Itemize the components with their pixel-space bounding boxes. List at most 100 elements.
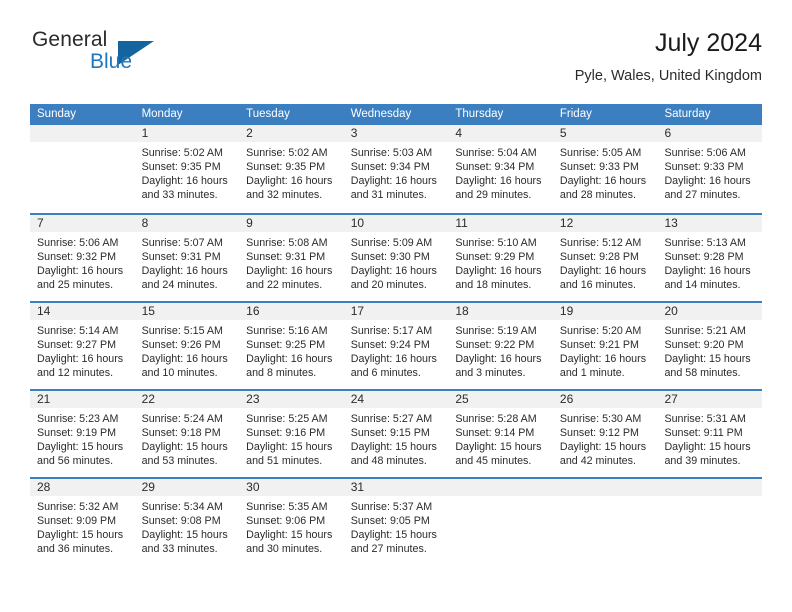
brand-logo[interactable]: General Blue [30, 28, 250, 86]
daylight-text: Daylight: 15 hours and 39 minutes. [664, 441, 751, 467]
sunset-text: Sunset: 9:34 PM [455, 161, 535, 173]
date-number-band: 15 [134, 303, 240, 320]
sunrise-text: Sunrise: 5:05 AM [559, 147, 642, 159]
calendar-day-cell[interactable]: 19 Sunrise: 5:20 AM Sunset: 9:21 PM Dayligh… [552, 303, 658, 389]
daylight-text: Daylight: 16 hours and 10 minutes. [141, 353, 228, 379]
calendar-week-row: 21 Sunrise: 5:23 AM Sunset: 9:19 PM Dayligh… [30, 389, 763, 477]
sunrise-text: Sunrise: 5:24 AM [141, 413, 223, 425]
sunset-text: Sunset: 9:20 PM [664, 339, 744, 351]
day-sun-info: Sunrise: 5:34 AM Sunset: 9:08 PM Daylight:… [135, 496, 240, 556]
calendar-day-cell[interactable]: 9 Sunrise: 5:08 AM Sunset: 9:31 PM Daylight… [239, 215, 344, 301]
sunset-text: Sunset: 9:16 PM [246, 427, 326, 439]
calendar-day-cell[interactable]: 3 Sunrise: 5:03 AM Sunset: 9:34 PM Daylight… [343, 125, 449, 213]
calendar-day-cell[interactable]: 13 Sunrise: 5:13 AM Sunset: 9:28 PM Dayligh… [657, 215, 763, 301]
daylight-text: Daylight: 15 hours and 30 minutes. [246, 529, 333, 555]
calendar-day-cell[interactable]: 7 Sunrise: 5:06 AM Sunset: 9:32 PM Daylight… [30, 215, 135, 301]
calendar-day-cell[interactable]: 2 Sunrise: 5:02 AM Sunset: 9:35 PM Daylight… [239, 125, 344, 213]
daylight-text: Daylight: 16 hours and 27 minutes. [664, 175, 751, 201]
daylight-text: Daylight: 16 hours and 6 minutes. [350, 353, 437, 379]
calendar-weeks: 1 Sunrise: 5:02 AM Sunset: 9:35 PM Daylight… [30, 125, 763, 565]
date-number: 3 [350, 126, 358, 140]
calendar-day-cell[interactable]: 23 Sunrise: 5:25 AM Sunset: 9:16 PM Dayligh… [239, 391, 344, 477]
date-number: 31 [350, 480, 365, 494]
calendar-week-row: 28 Sunrise: 5:32 AM Sunset: 9:09 PM Dayligh… [30, 477, 763, 565]
daylight-text: Daylight: 15 hours and 27 minutes. [350, 529, 437, 555]
calendar-day-cell[interactable]: 17 Sunrise: 5:17 AM Sunset: 9:24 PM Dayligh… [343, 303, 449, 389]
sunset-text: Sunset: 9:27 PM [37, 339, 117, 351]
calendar-day-cell[interactable]: 26 Sunrise: 5:30 AM Sunset: 9:12 PM Dayligh… [552, 391, 658, 477]
date-number: 9 [246, 216, 253, 230]
calendar-day-cell[interactable]: 1 Sunrise: 5:02 AM Sunset: 9:35 PM Daylight… [134, 125, 240, 213]
date-number: 16 [246, 304, 260, 318]
calendar-day-cell[interactable]: 28 Sunrise: 5:32 AM Sunset: 9:09 PM Dayligh… [30, 479, 135, 565]
sunrise-text: Sunrise: 5:21 AM [664, 325, 746, 337]
date-number-band: 12 [552, 215, 658, 232]
sunrise-text: Sunrise: 5:19 AM [455, 325, 537, 337]
calendar-day-cell[interactable]: 10 Sunrise: 5:09 AM Sunset: 9:30 PM Dayligh… [343, 215, 449, 301]
sunrise-text: Sunrise: 5:02 AM [141, 147, 223, 159]
weekday-header-tuesday: Tuesday [246, 108, 290, 120]
sunset-text: Sunset: 9:30 PM [350, 251, 430, 263]
sunrise-text: Sunrise: 5:04 AM [455, 147, 537, 159]
date-number-band: 4 [448, 125, 553, 142]
sunset-text: Sunset: 9:22 PM [455, 339, 535, 351]
day-sun-info: Sunrise: 5:13 AM Sunset: 9:28 PM Daylight:… [657, 232, 762, 292]
daylight-text: Daylight: 16 hours and 31 minutes. [350, 175, 437, 201]
calendar-day-cell[interactable]: 24 Sunrise: 5:27 AM Sunset: 9:15 PM Dayligh… [343, 391, 449, 477]
calendar-day-cell[interactable]: 20 Sunrise: 5:21 AM Sunset: 9:20 PM Dayligh… [657, 303, 763, 389]
calendar-day-cell[interactable]: 12 Sunrise: 5:12 AM Sunset: 9:28 PM Dayligh… [552, 215, 658, 301]
calendar-day-cell[interactable]: 11 Sunrise: 5:10 AM Sunset: 9:29 PM Dayligh… [448, 215, 553, 301]
sunset-text: Sunset: 9:09 PM [37, 515, 117, 527]
date-number-band [30, 125, 135, 142]
date-number: 17 [350, 304, 365, 318]
day-sun-info: Sunrise: 5:08 AM Sunset: 9:31 PM Daylight:… [239, 232, 344, 292]
sunset-text: Sunset: 9:21 PM [559, 339, 639, 351]
date-number: 26 [559, 392, 574, 406]
date-number-band: 1 [134, 125, 240, 142]
date-number-band: 13 [657, 215, 763, 232]
sunrise-text: Sunrise: 5:07 AM [141, 237, 223, 249]
calendar-day-cell[interactable]: 6 Sunrise: 5:06 AM Sunset: 9:33 PM Daylight… [657, 125, 763, 213]
calendar-day-cell[interactable]: 18 Sunrise: 5:19 AM Sunset: 9:22 PM Dayligh… [448, 303, 553, 389]
day-sun-info: Sunrise: 5:19 AM Sunset: 9:22 PM Daylight:… [448, 320, 553, 380]
calendar-day-cell[interactable]: 15 Sunrise: 5:15 AM Sunset: 9:26 PM Dayligh… [134, 303, 240, 389]
calendar-week-row: 14 Sunrise: 5:14 AM Sunset: 9:27 PM Dayligh… [30, 301, 763, 389]
calendar-day-cell[interactable]: 21 Sunrise: 5:23 AM Sunset: 9:19 PM Dayligh… [30, 391, 135, 477]
calendar-day-cell[interactable]: 16 Sunrise: 5:16 AM Sunset: 9:25 PM Dayligh… [239, 303, 344, 389]
date-number-band: 2 [239, 125, 344, 142]
calendar-day-cell[interactable]: 31 Sunrise: 5:37 AM Sunset: 9:05 PM Dayligh… [343, 479, 449, 565]
daylight-text: Daylight: 16 hours and 29 minutes. [455, 175, 542, 201]
calendar-day-cell[interactable]: 30 Sunrise: 5:35 AM Sunset: 9:06 PM Dayligh… [239, 479, 344, 565]
day-sun-info: Sunrise: 5:16 AM Sunset: 9:25 PM Daylight:… [239, 320, 344, 380]
date-number-band: 30 [239, 479, 344, 496]
date-number-band: 17 [343, 303, 449, 320]
daylight-text: Daylight: 15 hours and 45 minutes. [455, 441, 542, 467]
day-sun-info: Sunrise: 5:02 AM Sunset: 9:35 PM Daylight:… [239, 142, 344, 202]
calendar-day-cell[interactable]: 22 Sunrise: 5:24 AM Sunset: 9:18 PM Dayligh… [134, 391, 240, 477]
date-number: 6 [664, 126, 672, 140]
sunrise-text: Sunrise: 5:17 AM [350, 325, 433, 337]
sunrise-text: Sunrise: 5:31 AM [664, 413, 746, 425]
sunrise-text: Sunrise: 5:10 AM [455, 237, 537, 249]
calendar-day-cell[interactable]: 8 Sunrise: 5:07 AM Sunset: 9:31 PM Daylight… [134, 215, 240, 301]
day-sun-info: Sunrise: 5:14 AM Sunset: 9:27 PM Daylight:… [30, 320, 135, 380]
calendar-day-cell[interactable]: 29 Sunrise: 5:34 AM Sunset: 9:08 PM Dayligh… [134, 479, 240, 565]
calendar-day-cell[interactable]: 25 Sunrise: 5:28 AM Sunset: 9:14 PM Dayligh… [448, 391, 553, 477]
day-sun-info: Sunrise: 5:21 AM Sunset: 9:20 PM Daylight:… [657, 320, 762, 380]
sunset-text: Sunset: 9:35 PM [141, 161, 221, 173]
calendar-day-cell[interactable]: 4 Sunrise: 5:04 AM Sunset: 9:34 PM Daylight… [448, 125, 553, 213]
date-number-band: 10 [343, 215, 449, 232]
day-sun-info: Sunrise: 5:06 AM Sunset: 9:32 PM Daylight:… [30, 232, 135, 292]
date-number-band: 6 [657, 125, 763, 142]
daylight-text: Daylight: 15 hours and 42 minutes. [559, 441, 647, 467]
date-number: 15 [141, 304, 155, 318]
sunrise-text: Sunrise: 5:20 AM [559, 325, 642, 337]
sunrise-text: Sunrise: 5:15 AM [141, 325, 223, 337]
calendar-day-cell[interactable]: 14 Sunrise: 5:14 AM Sunset: 9:27 PM Dayligh… [30, 303, 135, 389]
date-number-band: 11 [448, 215, 553, 232]
daylight-text: Daylight: 16 hours and 33 minutes. [141, 175, 228, 201]
daylight-text: Daylight: 16 hours and 32 minutes. [246, 175, 333, 201]
calendar-day-cell[interactable]: 5 Sunrise: 5:05 AM Sunset: 9:33 PM Daylight… [552, 125, 658, 213]
calendar-day-cell[interactable]: 27 Sunrise: 5:31 AM Sunset: 9:11 PM Dayligh… [657, 391, 763, 477]
daylight-text: Daylight: 15 hours and 53 minutes. [141, 441, 228, 467]
